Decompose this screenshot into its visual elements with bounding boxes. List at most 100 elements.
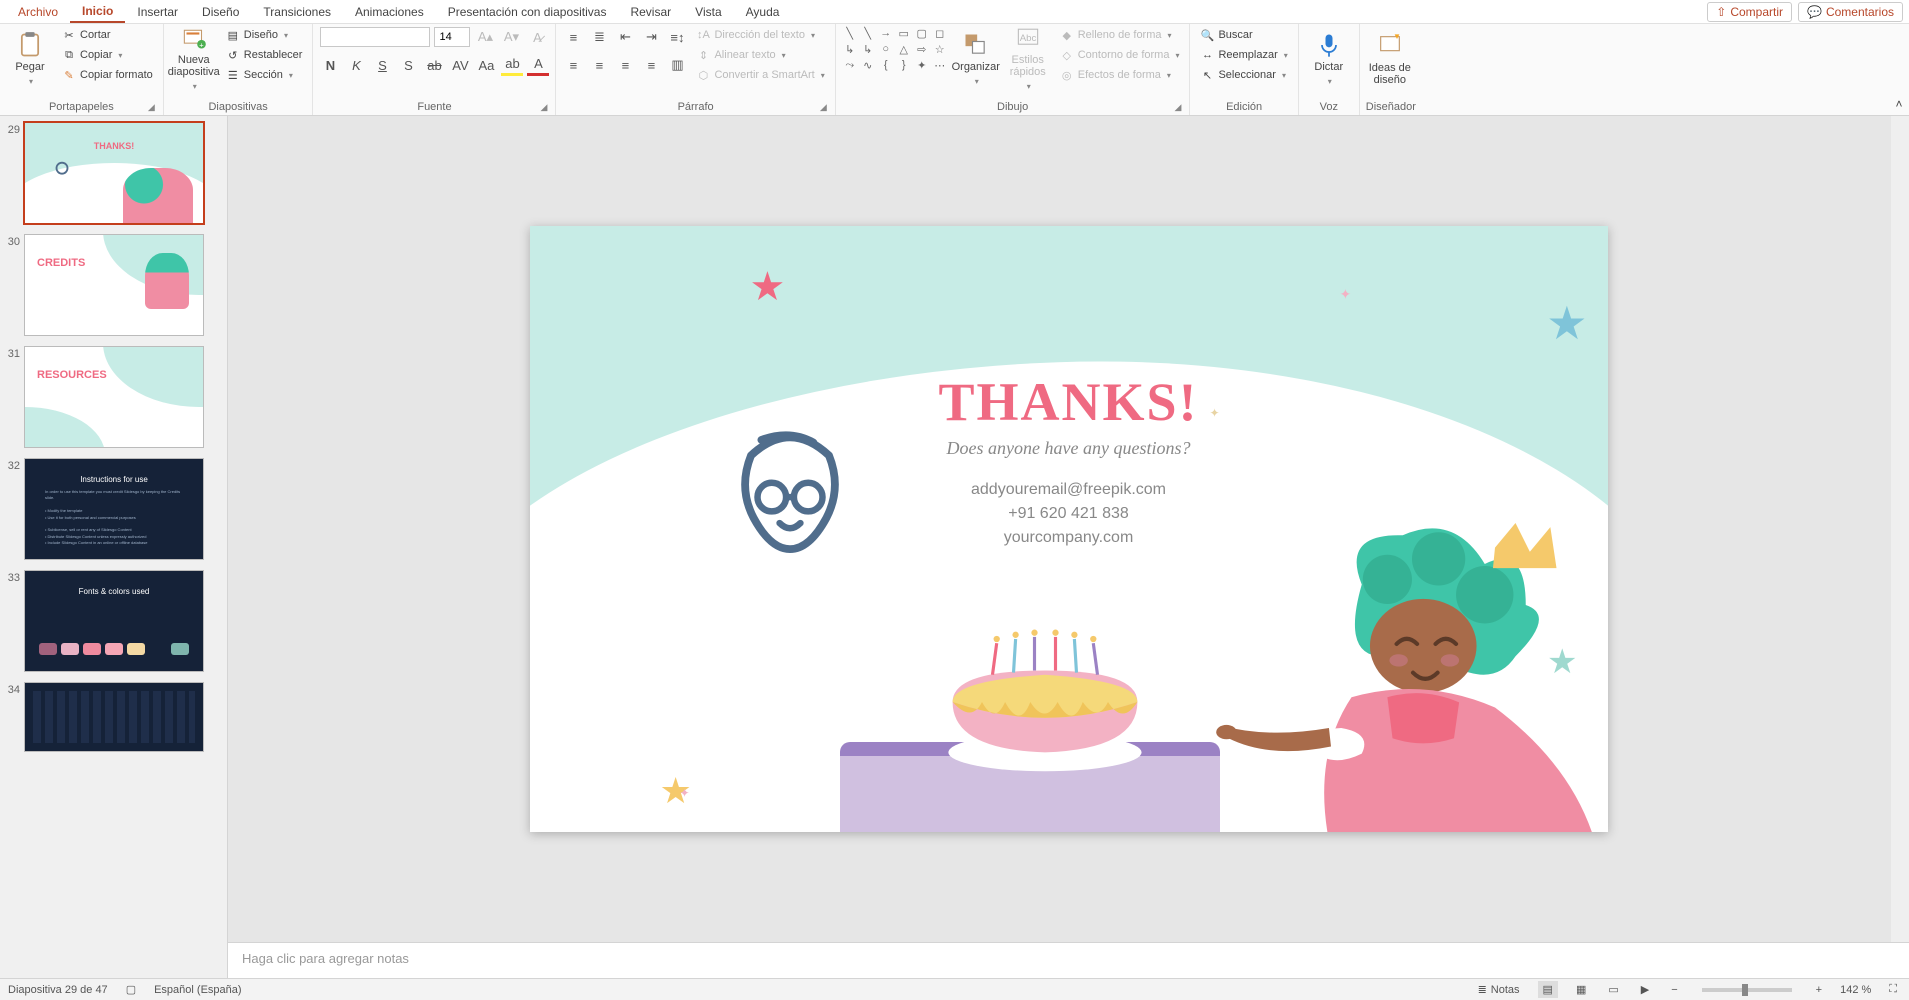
quick-styles-button[interactable]: Abc Estilos rápidos bbox=[1004, 26, 1052, 92]
indent-button[interactable]: ⇥ bbox=[640, 26, 662, 48]
paste-button[interactable]: Pegar bbox=[6, 26, 54, 92]
zoom-in-button[interactable]: + bbox=[1812, 984, 1826, 996]
underline-button[interactable]: S bbox=[371, 54, 393, 76]
notes-toggle-button[interactable]: ≣ Notas bbox=[1474, 983, 1524, 996]
reset-button[interactable]: ↺Restablecer bbox=[222, 46, 307, 64]
zoom-slider[interactable] bbox=[1702, 988, 1792, 992]
notes-pane[interactable]: Haga clic para agregar notas bbox=[228, 942, 1909, 978]
tab-insert[interactable]: Insertar bbox=[125, 2, 190, 22]
share-button[interactable]: ⇧Compartir bbox=[1707, 2, 1792, 22]
shape-conn2-icon[interactable]: ↳ bbox=[860, 42, 876, 56]
text-direction-button[interactable]: ↕ADirección del texto bbox=[692, 26, 828, 44]
dictate-button[interactable]: Dictar bbox=[1305, 26, 1353, 92]
align-text-button[interactable]: ⇕Alinear texto bbox=[692, 46, 828, 64]
thumbnail-31[interactable]: RESOURCES bbox=[24, 346, 204, 448]
shape-brace2-icon[interactable]: } bbox=[896, 58, 912, 72]
new-slide-button[interactable]: + Nueva diapositiva bbox=[170, 26, 218, 92]
shape-outline-button[interactable]: ◇Contorno de forma bbox=[1056, 46, 1184, 64]
font-name-input[interactable] bbox=[320, 27, 430, 47]
tab-view[interactable]: Vista bbox=[683, 2, 733, 22]
thumbnail-34[interactable] bbox=[24, 682, 204, 752]
decrease-font-icon[interactable]: A▾ bbox=[500, 26, 522, 48]
justify-button[interactable]: ≡ bbox=[640, 54, 662, 76]
slide-viewport[interactable]: ★ ★ ★ ★ ✦ ✦ ✦ THANKS! Does anyone have a… bbox=[228, 116, 1909, 942]
collapse-ribbon-icon[interactable]: ˄ bbox=[1895, 97, 1902, 111]
tab-transitions[interactable]: Transiciones bbox=[251, 2, 343, 22]
slide-title[interactable]: THANKS! bbox=[530, 371, 1608, 433]
view-slideshow-button[interactable]: ▶ bbox=[1637, 983, 1653, 996]
slide[interactable]: ★ ★ ★ ★ ✦ ✦ ✦ THANKS! Does anyone have a… bbox=[530, 226, 1608, 832]
shape-star2-icon[interactable]: ✦ bbox=[914, 58, 930, 72]
shape-conn-icon[interactable]: ↳ bbox=[842, 42, 858, 56]
smartart-button[interactable]: ⬡Convertir a SmartArt bbox=[692, 66, 828, 84]
font-launcher[interactable]: ◢ bbox=[541, 102, 548, 113]
arrange-button[interactable]: Organizar bbox=[952, 26, 1000, 92]
shape-more-icon[interactable]: ⋯ bbox=[932, 58, 948, 72]
align-left-button[interactable]: ≡ bbox=[562, 54, 584, 76]
tab-help[interactable]: Ayuda bbox=[734, 2, 792, 22]
increase-font-icon[interactable]: A▴ bbox=[474, 26, 496, 48]
thumbnail-29[interactable]: THANKS! bbox=[24, 122, 204, 224]
tab-design[interactable]: Diseño bbox=[190, 2, 251, 22]
align-right-button[interactable]: ≡ bbox=[614, 54, 636, 76]
shape-tri-icon[interactable]: △ bbox=[896, 42, 912, 56]
shape-fill-button[interactable]: ◆Relleno de forma bbox=[1056, 26, 1184, 44]
find-button[interactable]: 🔍Buscar bbox=[1196, 26, 1291, 44]
replace-button[interactable]: ↔Reemplazar bbox=[1196, 46, 1291, 64]
slide-subtitle[interactable]: Does anyone have any questions? bbox=[530, 438, 1608, 459]
outdent-button[interactable]: ⇤ bbox=[614, 26, 636, 48]
bullets-button[interactable]: ≡ bbox=[562, 26, 584, 48]
zoom-out-button[interactable]: − bbox=[1667, 984, 1681, 996]
highlight-button[interactable]: ab bbox=[501, 54, 523, 76]
align-center-button[interactable]: ≡ bbox=[588, 54, 610, 76]
thumbnail-32[interactable]: Instructions for use In order to use thi… bbox=[24, 458, 204, 560]
italic-button[interactable]: K bbox=[345, 54, 367, 76]
layout-button[interactable]: ▤Diseño bbox=[222, 26, 307, 44]
shape-curve-icon[interactable]: ⤳ bbox=[842, 58, 858, 72]
section-button[interactable]: ☰Sección bbox=[222, 66, 307, 84]
case-button[interactable]: Aa bbox=[475, 54, 497, 76]
tab-slideshow[interactable]: Presentación con diapositivas bbox=[436, 2, 619, 22]
view-reading-button[interactable]: ▭ bbox=[1604, 983, 1622, 996]
accessibility-button[interactable]: ▢ bbox=[122, 983, 140, 996]
bold-button[interactable]: N bbox=[319, 54, 341, 76]
clipboard-launcher[interactable]: ◢ bbox=[148, 102, 155, 113]
shape-rect3-icon[interactable]: ◻ bbox=[932, 26, 948, 40]
linespacing-button[interactable]: ≡↕ bbox=[666, 26, 688, 48]
tab-home[interactable]: Inicio bbox=[70, 1, 125, 23]
status-language[interactable]: Español (España) bbox=[154, 984, 241, 996]
shape-arrow2-icon[interactable]: ⇨ bbox=[914, 42, 930, 56]
fit-to-window-button[interactable]: ⛶ bbox=[1885, 983, 1901, 996]
vertical-scrollbar[interactable] bbox=[1891, 116, 1909, 942]
thumbnail-panel[interactable]: 29 THANKS! 30 CREDITS 31 RESOURCES bbox=[0, 116, 228, 978]
shape-rect2-icon[interactable]: ▢ bbox=[914, 26, 930, 40]
thumbnail-33[interactable]: Fonts & colors used bbox=[24, 570, 204, 672]
format-painter-button[interactable]: ✎Copiar formato bbox=[58, 66, 157, 84]
shape-arrow-icon[interactable]: → bbox=[878, 26, 894, 40]
paragraph-launcher[interactable]: ◢ bbox=[820, 102, 827, 113]
shadow-button[interactable]: S bbox=[397, 54, 419, 76]
shape-line-icon[interactable]: ╲ bbox=[842, 26, 858, 40]
copy-button[interactable]: ⧉Copiar bbox=[58, 46, 157, 64]
font-size-input[interactable] bbox=[434, 27, 470, 47]
columns-button[interactable]: ▥ bbox=[666, 54, 688, 76]
zoom-level[interactable]: 142 % bbox=[1840, 984, 1871, 996]
shape-star-icon[interactable]: ☆ bbox=[932, 42, 948, 56]
tab-file[interactable]: Archivo bbox=[6, 2, 70, 22]
shape-line2-icon[interactable]: ╲ bbox=[860, 26, 876, 40]
view-sorter-button[interactable]: ▦ bbox=[1572, 983, 1590, 996]
tab-animations[interactable]: Animaciones bbox=[343, 2, 436, 22]
tab-review[interactable]: Revisar bbox=[618, 2, 683, 22]
select-button[interactable]: ↖Seleccionar bbox=[1196, 66, 1291, 84]
shape-effects-button[interactable]: ◎Efectos de forma bbox=[1056, 66, 1184, 84]
shape-oval-icon[interactable]: ○ bbox=[878, 42, 894, 56]
design-ideas-button[interactable]: Ideas de diseño bbox=[1366, 26, 1414, 92]
numbering-button[interactable]: ≣ bbox=[588, 26, 610, 48]
shapes-gallery[interactable]: ╲╲→▭▢◻ ↳↳○△⇨☆ ⤳∿{}✦⋯ bbox=[842, 26, 948, 72]
clear-format-icon[interactable]: A̷ bbox=[526, 26, 548, 48]
shape-rect-icon[interactable]: ▭ bbox=[896, 26, 912, 40]
shape-free-icon[interactable]: ∿ bbox=[860, 58, 876, 72]
strike-button[interactable]: ab bbox=[423, 54, 445, 76]
font-color-button[interactable]: A bbox=[527, 54, 549, 76]
drawing-launcher[interactable]: ◢ bbox=[1175, 102, 1182, 113]
